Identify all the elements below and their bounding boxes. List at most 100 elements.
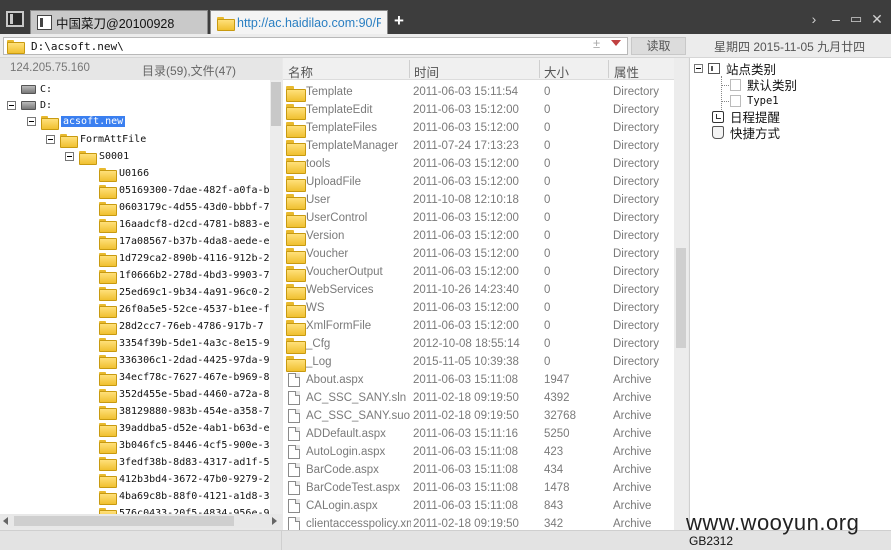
- file-row[interactable]: TemplateEdit 2011-06-03 15:12:00 0 Director…: [283, 101, 674, 120]
- file-row[interactable]: BarCodeTest.aspx 2011-06-03 15:11:08 1478 A…: [283, 479, 674, 497]
- file-time: 2011-07-24 17:13:23: [413, 140, 519, 152]
- scrollbar-thumb[interactable]: [676, 248, 686, 348]
- tree-node-formattfile[interactable]: FormAttFile: [46, 131, 146, 148]
- tree-node-folder[interactable]: 412b3bd4-3672-47b0-9279-2: [99, 471, 270, 488]
- folder-icon: [217, 16, 235, 31]
- tree-vertical-scrollbar[interactable]: [270, 80, 282, 514]
- read-button[interactable]: 读取: [631, 37, 686, 55]
- file-row[interactable]: TemplateFiles 2011-06-03 15:12:00 0 Directo…: [283, 119, 674, 138]
- scroll-left-icon[interactable]: [3, 517, 8, 525]
- collapse-icon[interactable]: [27, 117, 36, 126]
- column-header-size[interactable]: 大小: [544, 62, 569, 81]
- column-header-time[interactable]: 时间: [414, 62, 439, 81]
- file-row[interactable]: Version 2011-06-03 15:12:00 0 Directory: [283, 227, 674, 246]
- tree-node-folder[interactable]: 1f0666b2-278d-4bd3-9903-7: [99, 267, 270, 284]
- tree-node-folder[interactable]: 17a08567-b37b-4da8-aede-e: [99, 233, 270, 250]
- minimize-icon[interactable]: –: [828, 11, 844, 27]
- folder-icon: [99, 354, 117, 369]
- file-row[interactable]: Template 2011-06-03 15:11:54 0 Directory: [283, 83, 674, 102]
- folder-icon: [99, 473, 117, 488]
- tree-node-drive-c[interactable]: C:: [7, 81, 52, 98]
- file-row[interactable]: UploadFile 2011-06-03 15:12:00 0 Directory: [283, 173, 674, 192]
- collapse-icon[interactable]: [7, 101, 16, 110]
- file-row[interactable]: ADDefault.aspx 2011-06-03 15:11:16 5250 Arc…: [283, 425, 674, 443]
- tree-node-folder[interactable]: 26f0a5e5-52ce-4537-b1ee-f: [99, 301, 270, 318]
- tree-node-folder[interactable]: 3b046fc5-8446-4cf5-900e-3: [99, 437, 270, 454]
- tree-node-drive-d[interactable]: D:: [7, 97, 52, 114]
- file-size: 0: [544, 230, 551, 242]
- file-time: 2011-06-03 15:11:16: [413, 428, 519, 440]
- column-header-name[interactable]: 名称: [288, 62, 313, 81]
- app-menu-icon[interactable]: [6, 11, 24, 27]
- column-divider[interactable]: [539, 60, 540, 78]
- tree-node-folder[interactable]: 25ed69c1-9b34-4a91-96c0-2: [99, 284, 270, 301]
- tree-node-folder[interactable]: 336306c1-2dad-4425-97da-9: [99, 352, 270, 369]
- scrollbar-thumb[interactable]: [271, 82, 281, 126]
- tree-node-folder[interactable]: 4ba69c8b-88f0-4121-a1d8-3: [99, 488, 270, 505]
- file-row[interactable]: AC_SSC_SANY.sln 2011-02-18 09:19:50 4392 Ar…: [283, 389, 674, 407]
- tree-node-folder[interactable]: 576c0433-20f5-4834-956e-9: [99, 505, 270, 514]
- tree-node-default-category[interactable]: 默认类别: [730, 76, 797, 93]
- column-header-attr[interactable]: 属性: [614, 62, 639, 81]
- tree-node-folder[interactable]: 05169300-7dae-482f-a0fa-b: [99, 182, 270, 199]
- file-row[interactable]: clientaccesspolicy.xml 2011-02-18 09:19:5…: [283, 515, 674, 530]
- tree-node-folder[interactable]: 39addba5-d52e-4ab1-b63d-e: [99, 420, 270, 437]
- file-row[interactable]: TemplateManager 2011-07-24 17:13:23 0 Direc…: [283, 137, 674, 156]
- maximize-icon[interactable]: ▭: [848, 11, 864, 27]
- collapse-icon[interactable]: [46, 135, 55, 144]
- scroll-right-icon[interactable]: [272, 517, 277, 525]
- drive-icon: [21, 85, 36, 94]
- file-row[interactable]: AC_SSC_SANY.suo 2011-02-18 09:19:50 32768 A…: [283, 407, 674, 425]
- file-row[interactable]: CALogin.aspx 2011-06-03 15:11:08 843 Archiv…: [283, 497, 674, 515]
- tree-node-folder[interactable]: 16aadcf8-d2cd-4781-b883-e: [99, 216, 270, 233]
- encoding-indicator[interactable]: GB2312: [689, 534, 733, 548]
- file-name: XmlFormFile: [306, 320, 372, 332]
- collapse-icon[interactable]: [65, 152, 74, 161]
- scrollbar-thumb[interactable]: [14, 516, 234, 526]
- file-time: 2011-02-18 09:19:50: [413, 410, 519, 422]
- file-size: 32768: [544, 410, 576, 422]
- tree-node-s0001[interactable]: S0001: [65, 148, 129, 165]
- tree-node-acsoft-new[interactable]: acsoft.new: [27, 113, 126, 130]
- tree-node-shortcuts[interactable]: 快捷方式: [712, 124, 780, 141]
- file-list-vertical-scrollbar[interactable]: [674, 58, 688, 530]
- file-row[interactable]: UserControl 2011-06-03 15:12:00 0 Directory: [283, 209, 674, 228]
- tree-node-folder[interactable]: 352d455e-5bad-4460-a72a-8: [99, 386, 270, 403]
- folder-icon: [286, 284, 306, 300]
- tree-node-folder[interactable]: 28d2cc7-76eb-4786-917b-7: [99, 318, 264, 335]
- file-row[interactable]: VoucherOutput 2011-06-03 15:12:00 0 Directo…: [283, 263, 674, 282]
- file-row[interactable]: tools 2011-06-03 15:12:00 0 Directory: [283, 155, 674, 174]
- dropdown-arrow-icon[interactable]: [609, 37, 623, 49]
- column-divider[interactable]: [409, 60, 410, 78]
- file-row[interactable]: AutoLogin.aspx 2011-06-03 15:11:08 423 Arch…: [283, 443, 674, 461]
- file-row[interactable]: Voucher 2011-06-03 15:12:00 0 Directory: [283, 245, 674, 264]
- file-row[interactable]: BarCode.aspx 2011-06-03 15:11:08 434 Archiv…: [283, 461, 674, 479]
- folder-icon: [286, 122, 306, 138]
- tab-home[interactable]: 中国菜刀@20100928: [30, 10, 208, 34]
- file-row[interactable]: WS 2011-06-03 15:12:00 0 Directory: [283, 299, 674, 318]
- tree-node-folder[interactable]: U0166: [99, 165, 149, 182]
- file-row[interactable]: User 2011-10-08 12:10:18 0 Directory: [283, 191, 674, 210]
- tree-node-folder[interactable]: 38129880-983b-454e-a358-7: [99, 403, 270, 420]
- collapse-icon[interactable]: [694, 64, 703, 73]
- file-row[interactable]: _Log 2015-11-05 10:39:38 0 Directory: [283, 353, 674, 372]
- file-icon: [288, 427, 300, 441]
- tree-node-folder[interactable]: 1d729ca2-890b-4116-912b-2: [99, 250, 270, 267]
- close-icon[interactable]: ✕: [869, 11, 885, 27]
- add-bookmark-icon[interactable]: ±: [593, 36, 600, 51]
- file-row[interactable]: XmlFormFile 2011-06-03 15:12:00 0 Directory: [283, 317, 674, 336]
- path-input[interactable]: [31, 39, 591, 53]
- tab-file-manager[interactable]: http://ac.haidilao.com:90/For...: [210, 10, 388, 34]
- file-row[interactable]: WebServices 2011-10-26 14:23:40 0 Directory: [283, 281, 674, 300]
- file-time: 2011-06-03 15:12:00: [413, 320, 519, 332]
- file-row[interactable]: _Cfg 2012-10-08 18:55:14 0 Directory: [283, 335, 674, 354]
- tree-horizontal-scrollbar[interactable]: [0, 514, 282, 528]
- tree-node-folder[interactable]: 0603179c-4d55-43d0-bbbf-7: [99, 199, 270, 216]
- new-tab-button[interactable]: +: [391, 12, 407, 30]
- chevron-right-icon[interactable]: ›: [806, 11, 822, 27]
- tree-node-folder[interactable]: 34ecf78c-7627-467e-b969-8: [99, 369, 270, 386]
- tree-node-folder[interactable]: 3354f39b-5de1-4a3c-8e15-9: [99, 335, 270, 352]
- file-row[interactable]: About.aspx 2011-06-03 15:11:08 1947 Archive: [283, 371, 674, 389]
- column-divider[interactable]: [608, 60, 609, 78]
- tree-node-folder[interactable]: 3fedf38b-8d83-4317-ad1f-5: [99, 454, 270, 471]
